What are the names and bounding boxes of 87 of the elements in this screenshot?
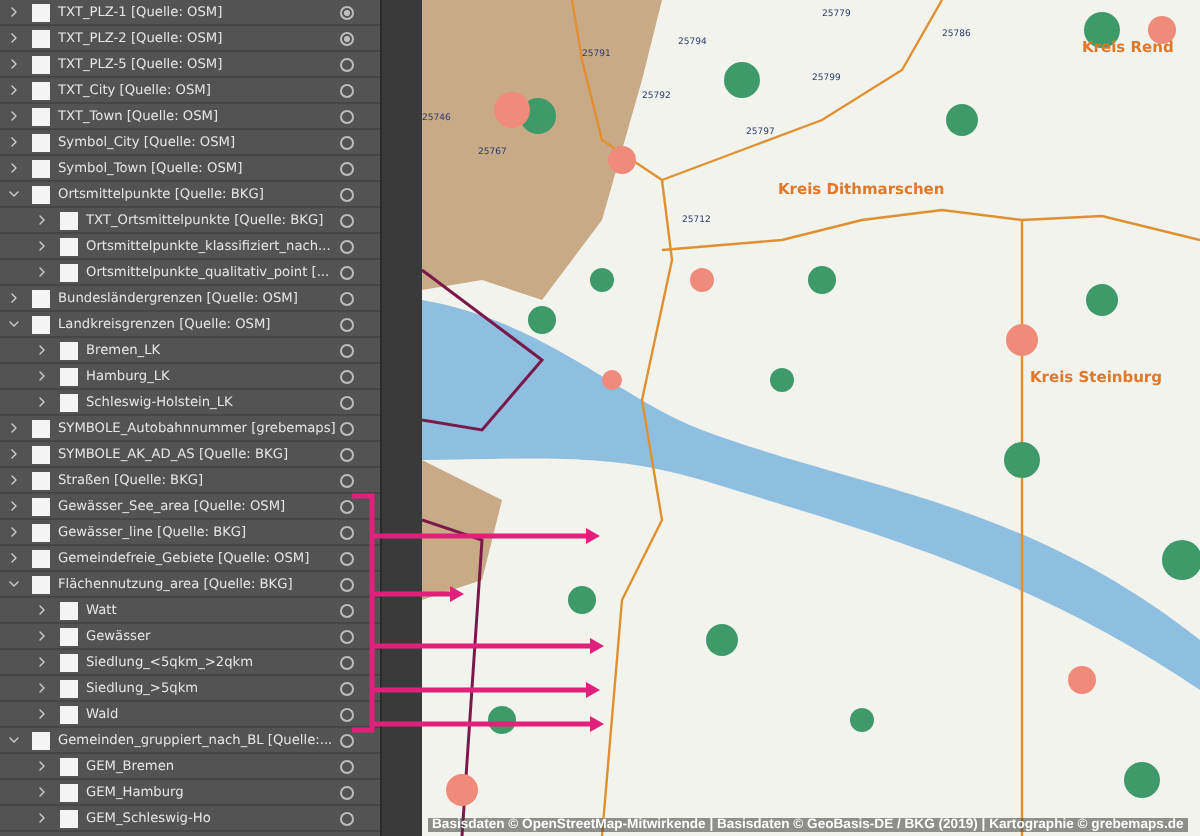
chevron-down-icon[interactable] [6, 732, 22, 748]
forest-area [568, 586, 596, 614]
target-icon[interactable] [340, 604, 354, 618]
chevron-right-icon[interactable] [6, 82, 22, 98]
chevron-right-icon[interactable] [34, 264, 50, 280]
chevron-right-icon[interactable] [34, 342, 50, 358]
chevron-right-icon[interactable] [6, 550, 22, 566]
settlement-area [1006, 324, 1038, 356]
target-icon[interactable] [340, 266, 354, 280]
target-icon[interactable] [340, 552, 354, 566]
forest-area [1086, 284, 1118, 316]
annotation-arrow [372, 586, 464, 602]
forest-area [850, 708, 874, 732]
forest-area [590, 268, 614, 292]
target-icon[interactable] [340, 422, 354, 436]
chevron-right-icon[interactable] [34, 680, 50, 696]
chevron-down-icon[interactable] [6, 186, 22, 202]
chevron-right-icon[interactable] [34, 212, 50, 228]
chevron-right-icon[interactable] [6, 108, 22, 124]
chevron-right-icon[interactable] [6, 4, 22, 20]
chevron-right-icon[interactable] [34, 602, 50, 618]
target-icon[interactable] [340, 58, 354, 72]
chevron-right-icon[interactable] [6, 56, 22, 72]
chevron-right-icon[interactable] [34, 810, 50, 826]
chevron-right-icon[interactable] [34, 706, 50, 722]
settlement-area [602, 370, 622, 390]
settlement-area [1148, 16, 1176, 44]
forest-area [706, 624, 738, 656]
chevron-right-icon[interactable] [6, 290, 22, 306]
forest-area [1162, 540, 1200, 580]
target-icon[interactable] [340, 32, 354, 46]
chevron-right-icon[interactable] [6, 498, 22, 514]
forest-area [528, 306, 556, 334]
settlement-area [608, 146, 636, 174]
chevron-right-icon[interactable] [6, 472, 22, 488]
target-icon[interactable] [340, 188, 354, 202]
chevron-right-icon[interactable] [34, 238, 50, 254]
chevron-right-icon[interactable] [34, 394, 50, 410]
forest-area [808, 266, 836, 294]
target-icon[interactable] [340, 708, 354, 722]
chevron-right-icon[interactable] [6, 160, 22, 176]
forest-area [946, 104, 978, 136]
settlement-area [446, 774, 478, 806]
target-icon[interactable] [340, 344, 354, 358]
chevron-down-icon[interactable] [6, 316, 22, 332]
target-icon[interactable] [340, 786, 354, 800]
chevron-right-icon[interactable] [34, 784, 50, 800]
settlement-area [690, 268, 714, 292]
chevron-right-icon[interactable] [34, 654, 50, 670]
forest-area [1004, 442, 1040, 478]
target-icon[interactable] [340, 318, 354, 332]
chevron-right-icon[interactable] [6, 30, 22, 46]
settlement-area [494, 92, 530, 128]
target-icon[interactable] [340, 500, 354, 514]
target-icon[interactable] [340, 240, 354, 254]
target-icon[interactable] [340, 474, 354, 488]
chevron-right-icon[interactable] [34, 758, 50, 774]
target-icon[interactable] [340, 6, 354, 20]
target-icon[interactable] [340, 370, 354, 384]
chevron-right-icon[interactable] [6, 134, 22, 150]
chevron-right-icon[interactable] [6, 420, 22, 436]
forest-area [488, 706, 516, 734]
target-icon[interactable] [340, 448, 354, 462]
target-icon[interactable] [340, 214, 354, 228]
target-icon[interactable] [340, 162, 354, 176]
target-icon[interactable] [340, 292, 354, 306]
forest-area [770, 368, 794, 392]
chevron-right-icon[interactable] [6, 524, 22, 540]
target-icon[interactable] [340, 578, 354, 592]
target-icon[interactable] [340, 812, 354, 826]
chevron-right-icon[interactable] [34, 368, 50, 384]
target-icon[interactable] [340, 84, 354, 98]
settlement-area [1068, 666, 1096, 694]
target-icon[interactable] [340, 682, 354, 696]
target-icon[interactable] [340, 656, 354, 670]
chevron-right-icon[interactable] [34, 628, 50, 644]
target-icon[interactable] [340, 136, 354, 150]
target-icon[interactable] [340, 396, 354, 410]
target-icon[interactable] [340, 734, 354, 748]
target-icon[interactable] [340, 110, 354, 124]
target-icon[interactable] [340, 526, 354, 540]
chevron-down-icon[interactable] [6, 576, 22, 592]
target-icon[interactable] [340, 760, 354, 774]
target-icon[interactable] [340, 630, 354, 644]
forest-area [1124, 762, 1160, 798]
forest-area [724, 62, 760, 98]
chevron-right-icon[interactable] [6, 446, 22, 462]
